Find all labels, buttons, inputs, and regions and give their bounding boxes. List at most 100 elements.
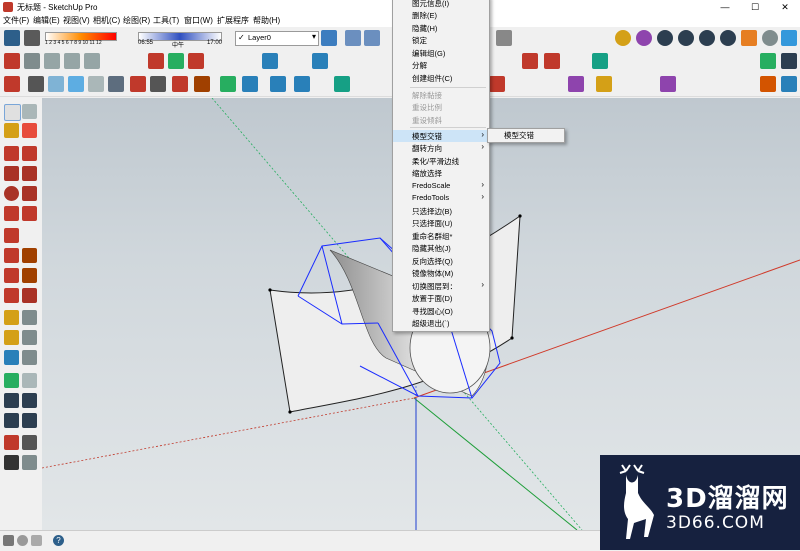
paint-icon[interactable] (4, 123, 19, 138)
text-label-icon[interactable] (22, 330, 37, 345)
camera-icon[interactable] (4, 30, 20, 46)
3d-text-icon[interactable] (22, 350, 37, 365)
select-arrow-icon[interactable] (4, 104, 21, 121)
eraser-pink-icon[interactable] (22, 123, 37, 138)
gs-tool-icon[interactable] (568, 76, 584, 92)
railing-tool-icon[interactable] (64, 53, 80, 69)
up-down-tool-icon[interactable] (270, 76, 286, 92)
layer-dropdown[interactable]: ✓ Layer0 ▾ (235, 31, 319, 46)
trim-tool-icon[interactable] (168, 53, 184, 69)
menu-view[interactable]: 视图(V) (63, 15, 90, 26)
menu-item-fredotools[interactable]: FredoTools › (393, 192, 489, 204)
box-yellow-icon[interactable] (596, 76, 612, 92)
axes-icon[interactable] (4, 350, 19, 365)
menu-item-edit-group[interactable]: 编辑组(G) (393, 47, 489, 59)
menu-help[interactable]: 帮助(H) (253, 15, 280, 26)
plugin-r-icon[interactable] (657, 30, 673, 46)
red-tool-icon[interactable] (489, 76, 505, 92)
zoom-extents-icon[interactable] (4, 413, 19, 428)
pie-icon[interactable] (22, 206, 37, 221)
curve-tool-icon[interactable] (262, 53, 278, 69)
menu-item-make-component[interactable]: 创建组件(C) (393, 72, 489, 84)
menu-item-zoom-selection[interactable]: 缩放选择 (393, 167, 489, 179)
menu-item-lock[interactable]: 锁定 (393, 34, 489, 46)
zoom-window-icon[interactable] (22, 393, 37, 408)
rectangle-icon[interactable] (4, 166, 19, 181)
look-around-eye-icon[interactable] (22, 435, 37, 450)
pencil-icon[interactable] (4, 53, 20, 69)
section-plane-icon[interactable] (22, 455, 37, 470)
tape-measure-icon[interactable] (4, 310, 19, 325)
credits-icon[interactable] (17, 535, 28, 546)
plugin-q-icon[interactable] (720, 30, 736, 46)
dimension-icon[interactable] (22, 310, 37, 325)
snowflake-icon[interactable] (68, 76, 84, 92)
fence-tool-icon[interactable] (84, 53, 100, 69)
menu-item-mirror-object[interactable]: 镜像物体(M) (393, 267, 489, 279)
menu-camera[interactable]: 相机(C) (93, 15, 120, 26)
freehand-icon[interactable] (22, 146, 37, 161)
plugin-br-icon[interactable] (699, 30, 715, 46)
plugin-green-icon[interactable] (760, 53, 776, 69)
maximize-button[interactable]: ☐ (740, 0, 770, 14)
joint-push-pull-icon[interactable] (592, 53, 608, 69)
zoom-icon[interactable] (4, 393, 19, 408)
bench-icon[interactable] (760, 76, 776, 92)
y-tool-icon[interactable] (108, 76, 124, 92)
menu-item-invert-selection[interactable]: 反向选择(Q) (393, 255, 489, 267)
menu-item-intersect-faces[interactable]: 模型交错 › (393, 130, 489, 142)
stair-tool-icon[interactable] (44, 53, 60, 69)
extend-tool-icon[interactable] (188, 53, 204, 69)
plugin-dark-icon[interactable] (781, 53, 797, 69)
menu-item-select-faces-only[interactable]: 只选择面(U) (393, 217, 489, 229)
cut-tool-icon[interactable] (148, 53, 164, 69)
menu-item-find-center[interactable]: 寻找圆心(O) (393, 305, 489, 317)
house-tool-icon[interactable] (194, 76, 210, 92)
sphere-icon[interactable] (762, 30, 778, 46)
arc-icon[interactable] (4, 206, 19, 221)
menu-window[interactable]: 窗口(W) (184, 15, 213, 26)
cross-tool-icon[interactable] (130, 76, 146, 92)
plugin-m-icon[interactable] (615, 30, 631, 46)
hourglass-icon[interactable] (334, 76, 350, 92)
shape-bender-icon[interactable] (522, 53, 538, 69)
skin-icon[interactable] (781, 76, 797, 92)
plugin-rt-icon[interactable] (678, 30, 694, 46)
bomb-icon[interactable] (150, 76, 166, 92)
menu-item-select-edges-only[interactable]: 只选择边(B) (393, 205, 489, 217)
menu-item-drop-to-face[interactable]: 放置于面(D) (393, 292, 489, 304)
polygon-icon[interactable] (22, 186, 37, 201)
menu-item-delete[interactable]: 删除(E) (393, 9, 489, 21)
move-icon[interactable] (4, 248, 19, 263)
menu-item-switch-layer[interactable]: 切换图层到： › (393, 280, 489, 292)
pan-hand-icon[interactable] (22, 373, 37, 388)
protractor-icon[interactable] (4, 330, 19, 345)
iso-view-icon[interactable] (345, 30, 361, 46)
offset-icon[interactable] (22, 288, 37, 303)
top-view-icon[interactable] (364, 30, 380, 46)
close-button[interactable]: ✕ (770, 0, 800, 14)
follow-me-icon[interactable] (22, 268, 37, 283)
three-point-arc-icon[interactable] (4, 228, 19, 243)
rotated-rectangle-icon[interactable] (22, 166, 37, 181)
weld-tool-icon[interactable] (312, 53, 328, 69)
sketchup-icon[interactable] (544, 53, 560, 69)
menu-item-hide[interactable]: 隐藏(H) (393, 22, 489, 34)
eraser-icon[interactable] (24, 30, 40, 46)
minimize-button[interactable]: — (710, 0, 740, 14)
submenu-item-intersect-model[interactable]: 模型交错 (504, 130, 534, 141)
menu-extensions[interactable]: 扩展程序 (217, 15, 249, 26)
help-icon[interactable]: ? (53, 535, 64, 546)
box-tool-icon[interactable] (48, 76, 64, 92)
orbit-icon[interactable] (4, 373, 19, 388)
menu-item-explode[interactable]: 分解 (393, 59, 489, 71)
menu-edit[interactable]: 编辑(E) (33, 15, 60, 26)
fredo6-icon[interactable] (660, 76, 676, 92)
menu-draw[interactable]: 绘图(R) (123, 15, 150, 26)
cube-outline-icon[interactable] (88, 76, 104, 92)
paint-bucket-icon[interactable] (28, 76, 44, 92)
push-pull-icon[interactable] (22, 248, 37, 263)
scale-icon[interactable] (4, 288, 19, 303)
menu-item-flip-along[interactable]: 翻转方向 › (393, 142, 489, 154)
align-tool-icon[interactable] (242, 76, 258, 92)
